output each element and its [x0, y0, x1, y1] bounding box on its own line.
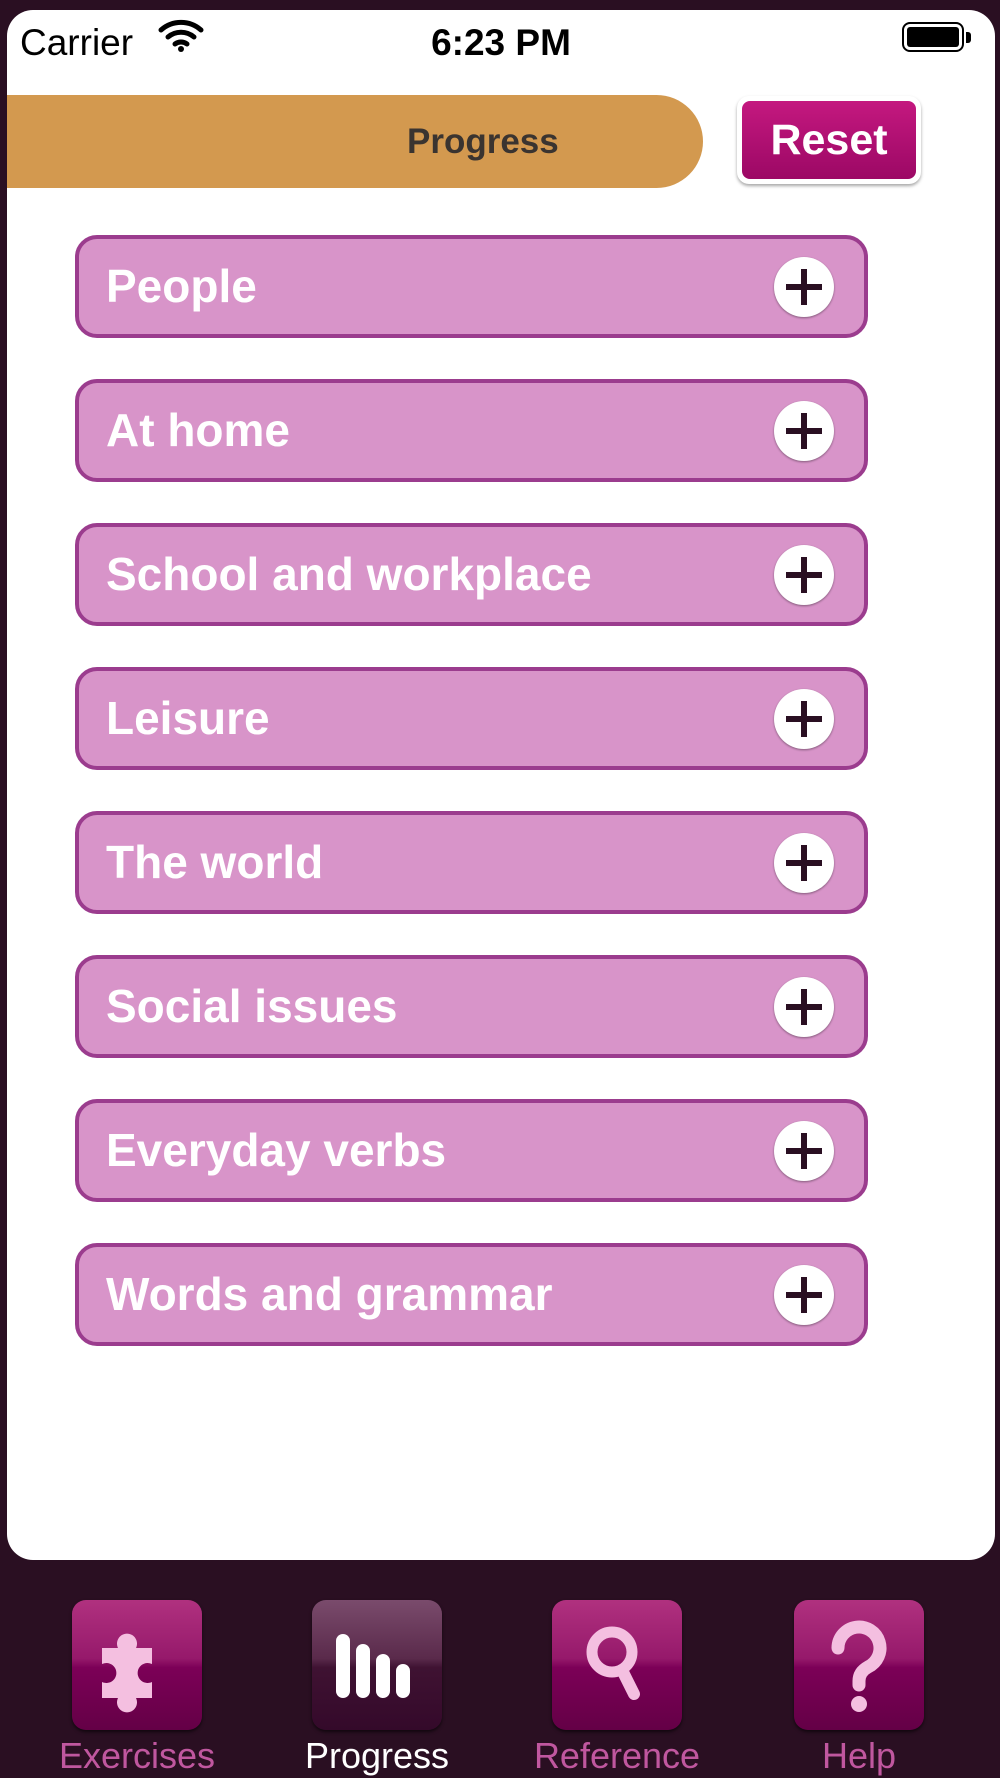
bar-chart-icon	[312, 1600, 442, 1730]
page-title: Progress	[407, 122, 559, 161]
tab-exercises[interactable]: Exercises	[44, 1600, 224, 1778]
category-label: At home	[106, 404, 290, 456]
question-mark-icon	[794, 1600, 924, 1730]
category-row[interactable]: Social issues	[75, 955, 868, 1058]
tab-help[interactable]: Help	[766, 1600, 946, 1778]
category-label: The world	[106, 836, 324, 888]
tab-label: Exercises	[58, 1735, 216, 1776]
plus-icon[interactable]	[774, 833, 834, 893]
status-time: 6:23 PM	[431, 22, 571, 63]
category-list: People At home School and workplace Leisure…	[75, 235, 868, 1387]
tab-bar: Exercises Progress Reference Help	[0, 1572, 1000, 1778]
category-row[interactable]: People	[75, 235, 868, 338]
plus-icon[interactable]	[774, 257, 834, 317]
plus-icon[interactable]	[774, 401, 834, 461]
plus-icon[interactable]	[774, 545, 834, 605]
category-label: Social issues	[106, 980, 398, 1032]
category-row[interactable]: School and workplace	[75, 523, 868, 626]
reset-button[interactable]: Reset	[737, 96, 921, 184]
tab-label: Progress	[304, 1735, 450, 1776]
plus-icon[interactable]	[774, 1265, 834, 1325]
tab-label: Reference	[533, 1735, 701, 1776]
category-row[interactable]: Everyday verbs	[75, 1099, 868, 1202]
tab-reference[interactable]: Reference	[524, 1600, 704, 1778]
tab-progress[interactable]: Progress	[284, 1600, 464, 1778]
header-bar: Progress	[7, 95, 703, 188]
category-label: Leisure	[106, 692, 270, 744]
plus-icon[interactable]	[774, 689, 834, 749]
status-bar: Carrier 6:23 PM	[7, 10, 995, 68]
magnifier-icon	[552, 1600, 682, 1730]
category-label: Everyday verbs	[106, 1124, 447, 1176]
puzzle-icon	[72, 1600, 202, 1730]
category-row[interactable]: At home	[75, 379, 868, 482]
battery-icon	[902, 22, 972, 54]
reset-button-label: Reset	[742, 101, 916, 179]
category-label: School and workplace	[106, 548, 592, 600]
tab-label: Help	[821, 1735, 897, 1776]
plus-icon[interactable]	[774, 1121, 834, 1181]
main-screen: Carrier 6:23 PM Progress Reset People At …	[7, 10, 995, 1560]
category-row[interactable]: The world	[75, 811, 868, 914]
category-row[interactable]: Words and grammar	[75, 1243, 868, 1346]
plus-icon[interactable]	[774, 977, 834, 1037]
category-label: Words and grammar	[106, 1268, 553, 1320]
category-label: People	[106, 260, 257, 312]
category-row[interactable]: Leisure	[75, 667, 868, 770]
